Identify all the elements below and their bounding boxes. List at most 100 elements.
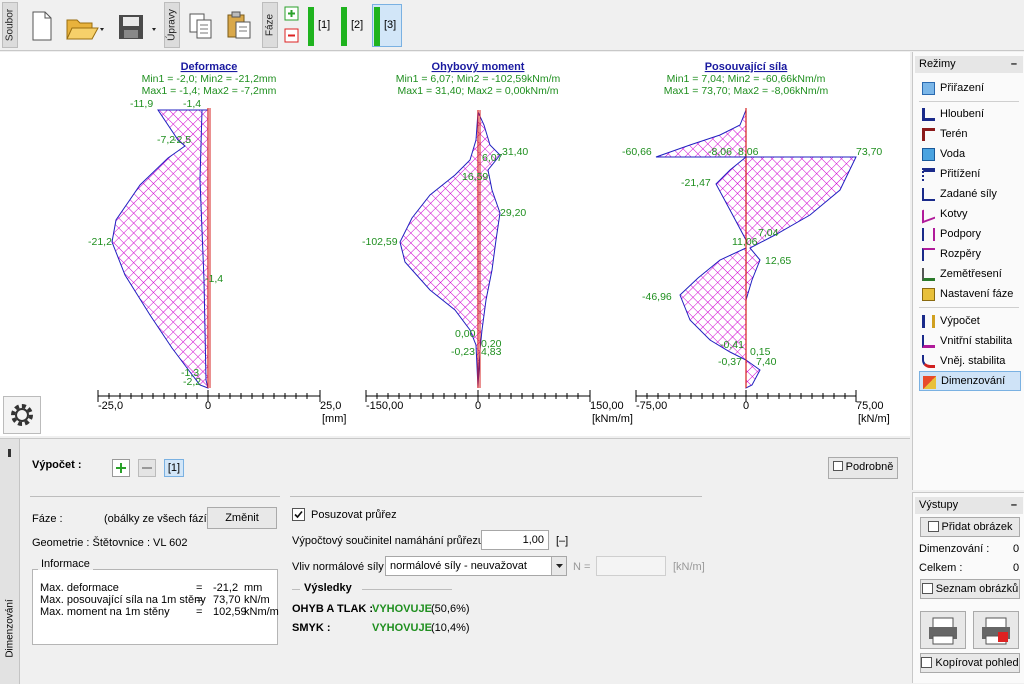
normal-force-label: Vliv normálové síly : bbox=[292, 561, 390, 573]
mode-voda[interactable]: Voda bbox=[919, 144, 1021, 164]
plus-icon bbox=[116, 463, 126, 473]
remove-stage-button[interactable] bbox=[284, 28, 300, 44]
results-heading: Výsledky bbox=[304, 582, 352, 594]
excavation-icon bbox=[922, 108, 935, 121]
mode-dimenzovani[interactable]: Dimenzování bbox=[919, 371, 1021, 391]
mode-zadane-sily[interactable]: Zadané síly bbox=[919, 184, 1021, 204]
open-file-button[interactable] bbox=[62, 6, 108, 44]
mode-vnitrni-stabilita[interactable]: Vnitřní stabilita bbox=[919, 331, 1021, 351]
list-images-button[interactable]: Seznam obrázků bbox=[920, 579, 1020, 599]
shear-tick-right: 75,00 bbox=[856, 400, 884, 412]
moment-minmax-1: Min1 = 6,07; Min2 = -102,59kNm/m bbox=[396, 73, 561, 85]
shear-label-4: 73,70 bbox=[856, 146, 882, 158]
add-image-button[interactable]: Přidat obrázek bbox=[920, 517, 1020, 537]
moment-minmax-2: Max1 = 31,40; Max2 = 0,00kNm/m bbox=[397, 85, 558, 97]
stage-1-label: [1] bbox=[318, 19, 331, 31]
print-button[interactable] bbox=[920, 611, 966, 649]
info-row-value: -21,2 bbox=[213, 582, 239, 594]
check-section-checkbox[interactable] bbox=[292, 508, 305, 521]
mode-label: Dimenzování bbox=[941, 375, 1006, 387]
n-input[interactable] bbox=[596, 556, 666, 576]
new-file-button[interactable] bbox=[24, 6, 58, 44]
collapse-icon[interactable]: – bbox=[1011, 497, 1017, 514]
analysis-tab-1[interactable]: [1] bbox=[164, 459, 184, 477]
add-analysis-button[interactable] bbox=[112, 459, 130, 477]
supports-icon bbox=[922, 228, 935, 241]
mode-label: Rozpěry bbox=[940, 248, 981, 260]
coef-input[interactable]: 1,00 bbox=[481, 530, 549, 550]
mom-label-9: 4,83 bbox=[481, 346, 502, 358]
shear-label-3: 8,06 bbox=[738, 146, 759, 158]
mom-label-2: 6,07 bbox=[482, 152, 503, 164]
def-tick-left: -25,0 bbox=[98, 400, 123, 412]
def-unit: [mm] bbox=[322, 413, 346, 425]
soubor-label: Soubor bbox=[4, 8, 16, 42]
copy-button[interactable] bbox=[184, 6, 218, 44]
printer-export-icon bbox=[982, 617, 1010, 645]
collapse-icon[interactable]: – bbox=[1011, 56, 1017, 73]
paste-button[interactable] bbox=[222, 6, 256, 44]
faze-tab[interactable]: Fáze bbox=[262, 2, 278, 48]
minus-icon bbox=[142, 467, 152, 469]
stage-1-button[interactable]: [1] bbox=[306, 4, 336, 47]
copy-view-icon bbox=[921, 657, 933, 668]
mode-rozpery[interactable]: Rozpěry bbox=[919, 244, 1021, 264]
print-export-button[interactable] bbox=[973, 611, 1019, 649]
view-settings-button[interactable] bbox=[3, 396, 41, 434]
stage-settings-icon bbox=[922, 288, 935, 301]
moment-title: Ohybový moment bbox=[432, 61, 525, 73]
minus-icon bbox=[284, 28, 299, 43]
mom-tick-left: -150,00 bbox=[366, 400, 403, 412]
remove-analysis-button[interactable] bbox=[138, 459, 156, 477]
info-row-eq: = bbox=[196, 606, 203, 618]
info-row-label: Max. deformace bbox=[40, 582, 119, 594]
mode-label: Podpory bbox=[940, 228, 981, 240]
side-tab[interactable]: Dimenzování bbox=[0, 439, 20, 684]
stage-3-button[interactable]: [3] bbox=[372, 4, 402, 47]
save-button[interactable] bbox=[114, 6, 160, 44]
terrain-icon bbox=[922, 128, 935, 141]
check-section-label: Posuzovat průřez bbox=[311, 509, 397, 521]
shear-minmax-2: Max1 = 73,70; Max2 = -8,06kNm/m bbox=[664, 85, 829, 97]
analysis-label: Výpočet : bbox=[32, 459, 82, 471]
copy-view-label: Kopírovat pohled bbox=[935, 657, 1019, 669]
assign-icon bbox=[922, 82, 935, 95]
soubor-tab[interactable]: Soubor bbox=[2, 2, 18, 48]
outputs-header-label: Výstupy bbox=[919, 499, 959, 511]
deformation-title: Deformace bbox=[181, 61, 238, 73]
n-unit: [kN/m] bbox=[673, 561, 705, 573]
mode-teren[interactable]: Terén bbox=[919, 124, 1021, 144]
main-toolbar: Soubor Úpravy Fáze [1] [2] [3] bbox=[0, 0, 1024, 51]
pin-icon bbox=[8, 449, 11, 457]
mode-hloubeni[interactable]: Hloubení bbox=[919, 104, 1021, 124]
copy-icon bbox=[189, 13, 212, 39]
dimensioning-icon bbox=[923, 376, 936, 389]
mode-label: Kotvy bbox=[940, 208, 968, 220]
geometry-text: Geometrie : Štětovnice : VL 602 bbox=[32, 537, 188, 549]
detail-button[interactable]: Podrobně bbox=[828, 457, 898, 479]
mom-unit: [kNm/m] bbox=[592, 413, 633, 425]
mode-label: Hloubení bbox=[940, 108, 985, 120]
printer-icon bbox=[929, 617, 957, 645]
mode-prirazeni[interactable]: Přiřazení bbox=[919, 78, 1021, 98]
mom-label-3: 16,59 bbox=[462, 171, 488, 183]
detail-label: Podrobně bbox=[845, 461, 894, 473]
mode-podpory[interactable]: Podpory bbox=[919, 224, 1021, 244]
mode-kotvy[interactable]: Kotvy bbox=[919, 204, 1021, 224]
mode-nastaveni-faze[interactable]: Nastavení fáze bbox=[919, 284, 1021, 304]
mode-pritizeni[interactable]: Přitížení bbox=[919, 164, 1021, 184]
coef-unit: [–] bbox=[556, 535, 569, 547]
add-stage-button[interactable] bbox=[284, 6, 300, 22]
results-chart-area: Deformace Min1 = -2,0; Min2 = -21,2mm Ma… bbox=[0, 52, 910, 436]
mode-vypocet[interactable]: Výpočet bbox=[919, 311, 1021, 331]
gear-icon bbox=[11, 404, 33, 426]
def-label-1: -11,9 bbox=[130, 98, 153, 110]
change-button[interactable]: Změnit bbox=[207, 507, 277, 529]
def-label-6: -1,4 bbox=[205, 273, 223, 285]
mode-vnejsi-stabilita[interactable]: Vněj. stabilita bbox=[919, 351, 1021, 371]
upravy-tab[interactable]: Úpravy bbox=[164, 2, 180, 48]
mode-zemetreseni[interactable]: Zemětřesení bbox=[919, 264, 1021, 284]
normal-force-select[interactable]: normálové síly - neuvažovat bbox=[385, 556, 567, 576]
stage-2-button[interactable]: [2] bbox=[339, 4, 369, 47]
copy-view-button[interactable]: Kopírovat pohled bbox=[920, 653, 1020, 673]
